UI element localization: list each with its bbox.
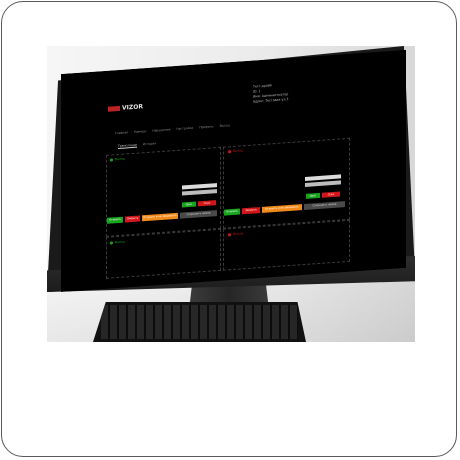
logo-mark-icon [108,106,120,112]
open-button[interactable]: Открыть [107,217,123,224]
logo-text: VIZOR [122,103,143,112]
nav-item[interactable]: Выход [220,123,230,128]
close-button[interactable]: Закрыть [125,215,140,222]
panel-title-text: Выезд [233,231,243,236]
app-screen: VIZOR Тест-драйв ID: 1 Имя: Администрато… [61,50,406,292]
camera-panel-exit-2 [223,220,350,271]
nav-item[interactable]: Главная [115,130,128,135]
open-button[interactable]: Открыть [224,208,240,215]
nav-item[interactable]: Настройки [176,126,193,131]
nav-item[interactable]: Нарушения [152,127,170,132]
keyboard [93,302,306,342]
panel-title-text: Въезд [115,239,125,245]
app-logo: VIZOR [108,103,143,112]
status-dot-icon [228,150,231,153]
open-small-button[interactable]: Open [182,202,196,208]
nav-item[interactable]: Камеры [134,129,146,134]
close-button[interactable]: Закрыть [242,207,260,214]
status-dot-icon [110,158,113,161]
monitor: VIZOR Тест-драйв ID: 1 Имя: Администрато… [47,46,415,292]
open-small-button[interactable]: Open [306,193,320,199]
header-info: Тест-драйв ID: 1 Имя: Администратор Адре… [253,80,313,104]
status-dot-icon [110,241,113,244]
main-nav: Главная Камеры Нарушения Настройки Профи… [115,123,230,135]
keyboard-keys [101,305,298,339]
panel-title-text: Выезд [233,148,243,153]
tab-history[interactable]: История [143,141,156,147]
camera-panel-entry-2 [106,229,221,279]
nav-item[interactable]: Профиль [199,124,213,129]
status-dot-icon [228,233,231,236]
tab-streams[interactable]: Трансляции [118,143,137,149]
panel-title-text: Въезд [115,156,125,162]
view-tabs: Трансляции История [118,141,156,149]
